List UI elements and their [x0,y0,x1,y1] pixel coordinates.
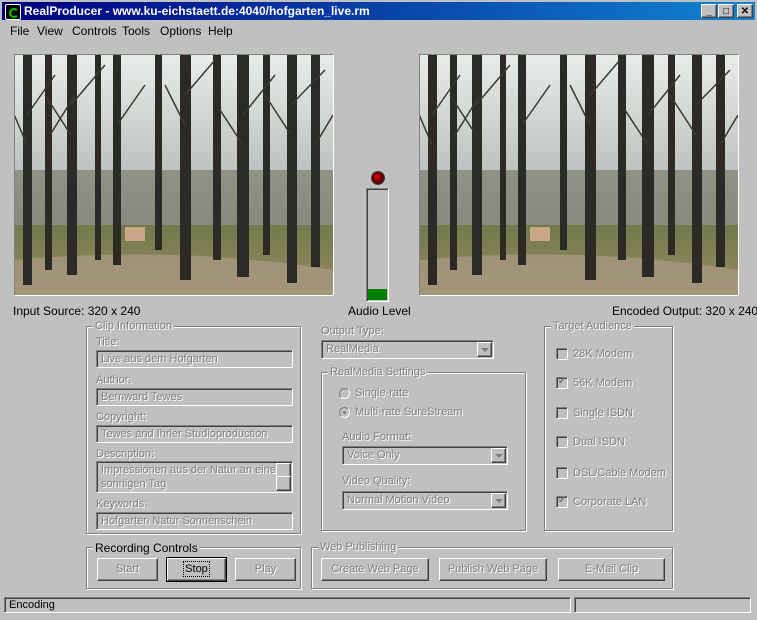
dropdown-arrow-icon[interactable] [491,448,506,463]
audience-single-isdn-label: Single ISDN [573,407,633,419]
input-video-frame [15,55,333,295]
author-label: Author: [96,374,132,386]
menu-controls[interactable]: Controls [72,24,117,38]
description-line: Impressionen aus der Natur an einem [101,464,286,476]
output-type-value: RealMedia [326,343,379,355]
play-button[interactable]: Play [235,558,296,581]
audio-clip-indicator-icon [371,171,385,185]
audience-56k-label: 56K Modem [573,377,633,389]
encoded-video-frame [420,55,738,295]
single-rate-radio[interactable] [339,388,350,399]
menu-view[interactable]: View [37,24,63,38]
title-label: Title: [96,336,120,348]
realmedia-settings-legend: RealMedia Settings [328,366,428,378]
audience-dsl-cable-checkbox[interactable] [556,467,568,479]
video-quality-value: Normal Motion Video [347,494,450,506]
output-type-label: Output Type: [321,325,384,337]
audience-corporate-lan-checkbox[interactable] [556,495,568,508]
dropdown-arrow-icon[interactable] [477,342,492,357]
clip-information-legend: Clip Information [93,320,175,332]
audience-dual-isdn-label: Dual ISDN [573,436,625,448]
audio-level-meter [366,188,389,302]
create-web-page-button[interactable]: Create Web Page [321,558,429,581]
audience-single-isdn-checkbox[interactable] [556,407,568,419]
menu-options[interactable]: Options [160,24,201,38]
title-field[interactable]: Live aus dem Hofgarten [96,350,293,368]
recording-controls-legend: Recording Controls [93,541,200,555]
audio-format-value: Voice Only [347,449,400,461]
encoded-video-preview [419,54,739,296]
audio-level-fill [368,289,387,300]
audience-28k-checkbox[interactable] [556,348,568,360]
audience-corporate-lan-label: Corporate LAN [573,496,647,508]
realmedia-settings-group: RealMedia Settings Single-rate Multi-rat… [321,366,526,531]
encoded-output-label: Encoded Output: 320 x 240 [612,304,757,318]
input-video-preview [14,54,334,296]
menu-tools[interactable]: Tools [122,24,150,38]
input-source-label: Input Source: 320 x 240 [13,304,141,318]
target-audience-legend: Target Audience [551,320,634,332]
audience-28k-label: 28K Modem [573,348,633,360]
title-bar[interactable]: RealProducer - www.ku-eichstaett.de:4040… [2,2,755,20]
audience-dual-isdn-checkbox[interactable] [556,436,568,448]
video-quality-select[interactable]: Normal Motion Video [342,491,508,510]
multi-rate-radio[interactable] [339,407,350,418]
start-button[interactable]: Start [97,558,158,581]
status-panel [574,597,751,613]
audio-format-label: Audio Format: [342,431,412,443]
audio-format-select[interactable]: Voice Only [342,446,508,465]
author-field[interactable]: Bernward Tewes [96,388,293,406]
single-rate-label: Single-rate [355,387,409,399]
status-bar: Encoding [4,597,751,615]
maximize-button[interactable]: □ [718,4,734,18]
recording-controls-group: Recording Controls Start Stop Play [86,541,301,589]
minimize-button[interactable]: _ [701,4,717,18]
stop-button[interactable]: Stop [166,557,227,582]
keywords-label: Keywords: [96,498,148,510]
video-quality-label: Video Quality: [342,475,411,487]
stop-button-label: Stop [183,561,210,577]
clip-information-group: Clip Information Title: Live aus dem Hof… [86,320,301,534]
realproducer-app-icon[interactable] [5,4,21,20]
audience-dsl-cable-label: DSL/Cable Modem [573,467,666,479]
web-publishing-group: Web Publishing Create Web Page Publish W… [311,541,673,589]
copyright-label: Copyright: [96,411,147,423]
keywords-field[interactable]: Hofgarten Natur Sonnenschein [96,512,293,530]
publish-web-page-button[interactable]: Publish Web Page [439,558,547,581]
multi-rate-label: Multi-rate SureStream [355,406,463,418]
description-line: sonnigen Tag [101,478,167,490]
audience-56k-checkbox[interactable] [556,376,568,389]
menu-help[interactable]: Help [208,24,233,38]
menu-bar: File View Controls Tools Options Help [2,21,755,40]
status-text: Encoding [4,597,571,613]
web-publishing-legend: Web Publishing [318,541,399,553]
target-audience-group: Target Audience 28K Modem 56K Modem Sing… [544,320,673,531]
window-title: RealProducer - www.ku-eichstaett.de:4040… [24,4,370,18]
description-label: Description: [96,448,155,460]
close-button[interactable]: ✕ [737,4,753,18]
description-field[interactable]: Impressionen aus der Natur an einem sonn… [96,461,293,493]
copyright-field[interactable]: Tewes and Ihrler Studioproduction [96,425,293,443]
scroll-down-icon[interactable] [276,476,291,491]
email-clip-button[interactable]: E-Mail Clip [558,558,665,581]
audio-level-label: Audio Level [348,304,411,318]
menu-file[interactable]: File [10,24,29,38]
dropdown-arrow-icon[interactable] [491,493,506,508]
output-type-select[interactable]: RealMedia [321,340,494,359]
